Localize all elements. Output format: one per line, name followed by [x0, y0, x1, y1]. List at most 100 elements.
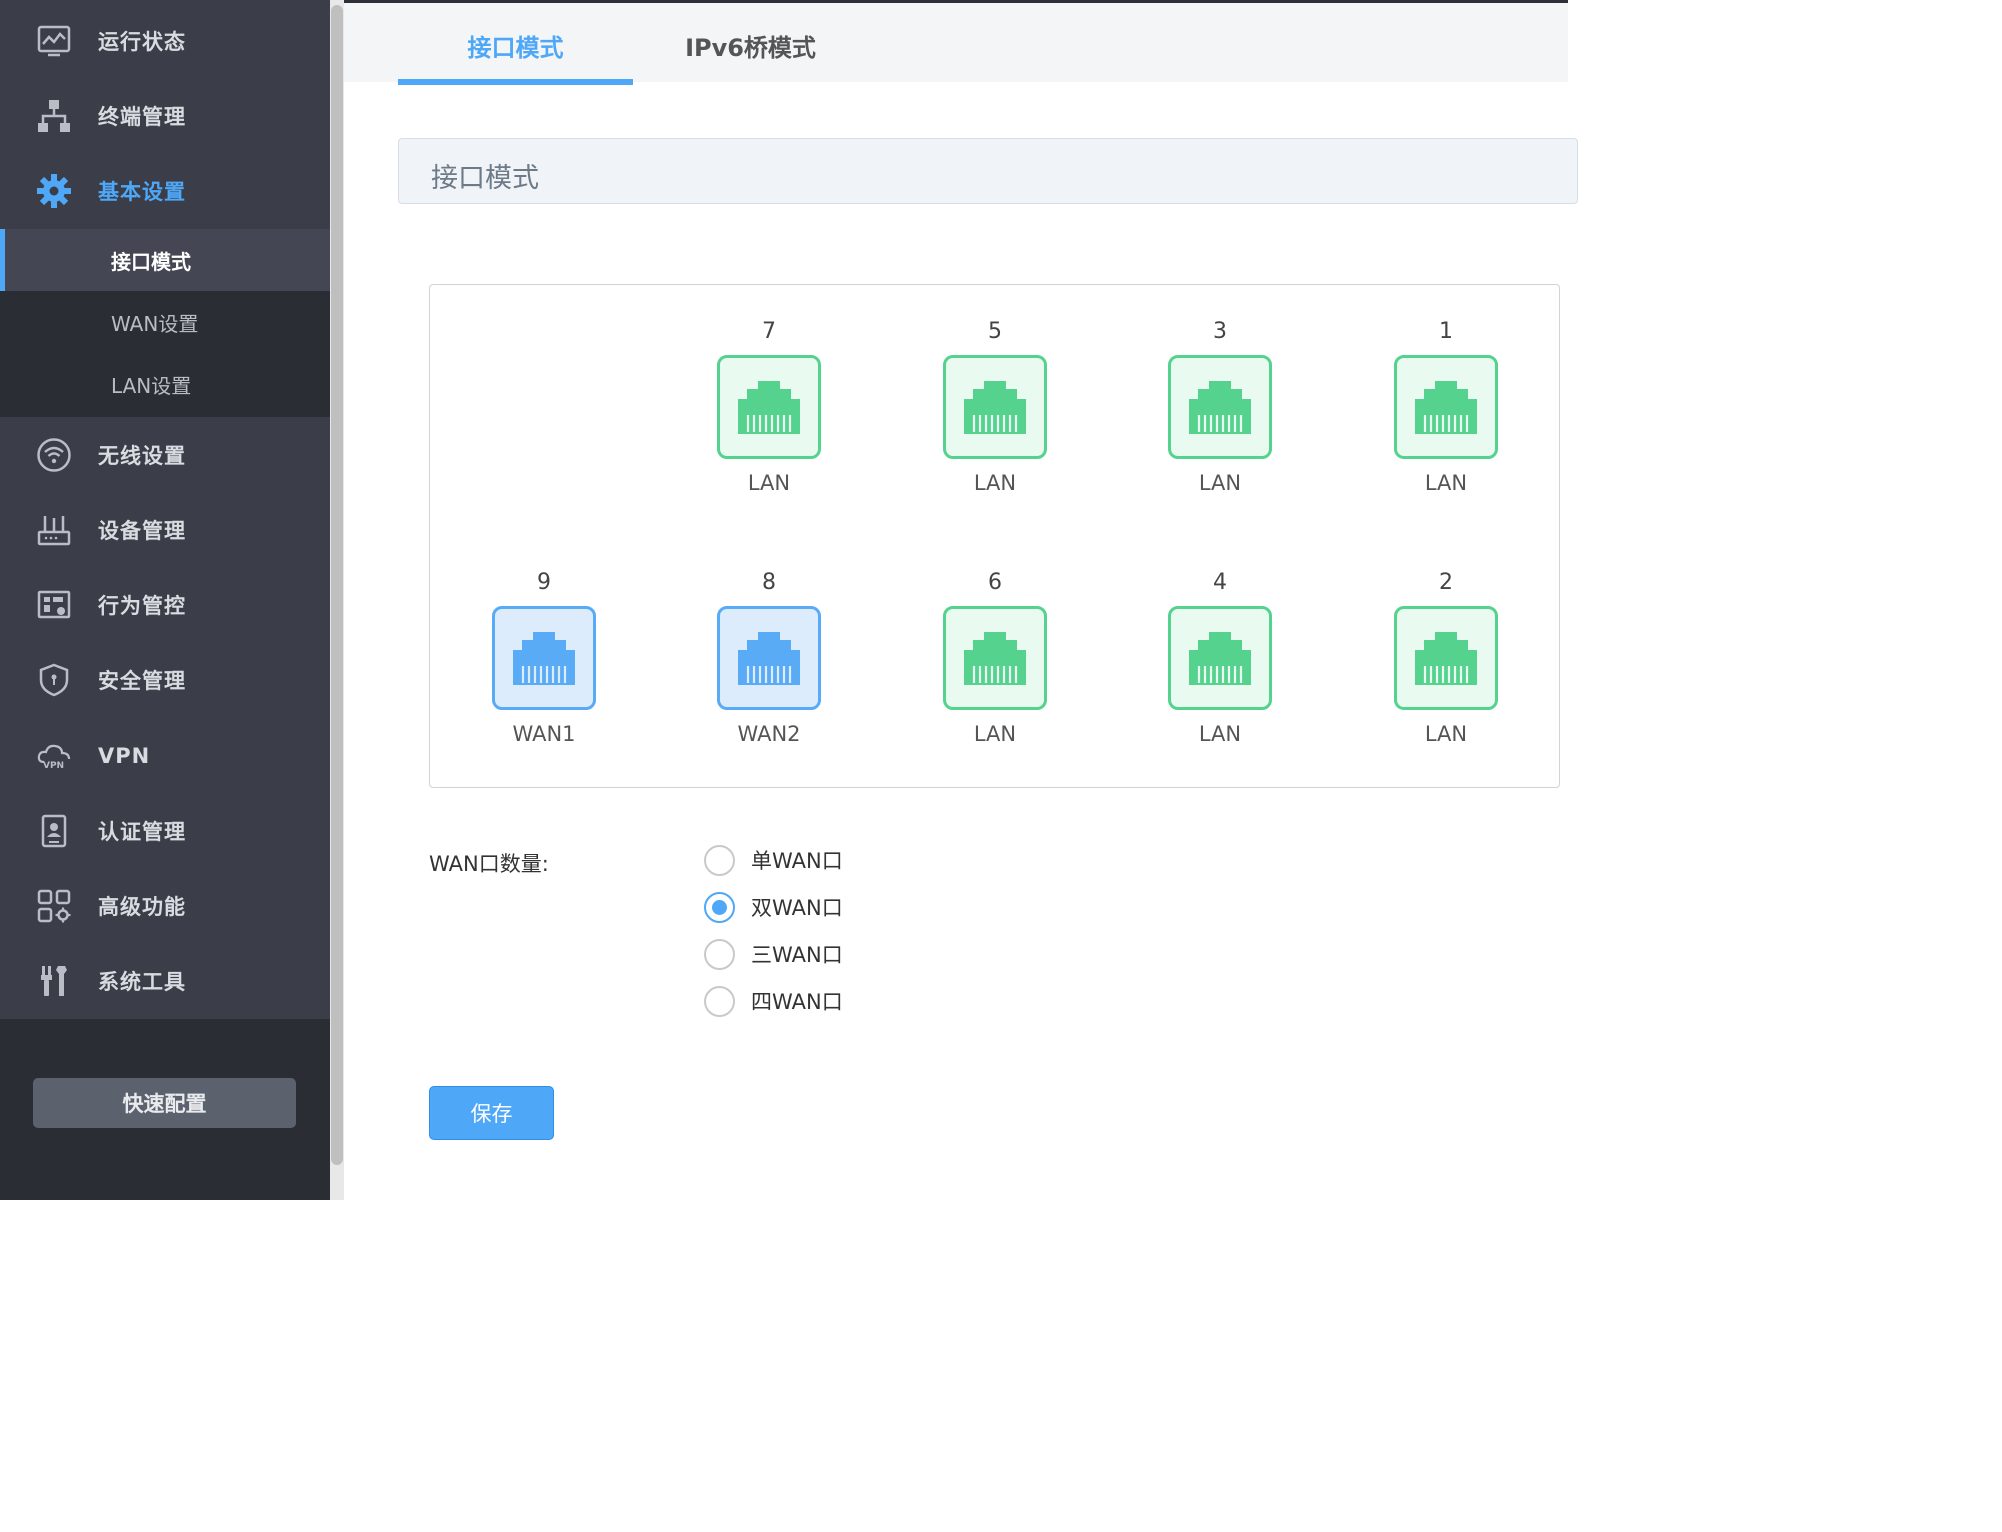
port-label: LAN	[1198, 471, 1242, 495]
nav-label: 安全管理	[98, 668, 186, 693]
port-7: 7 LAN	[716, 319, 822, 495]
vpn-cloud-icon: VPN	[36, 738, 72, 774]
port-number: 3	[1213, 319, 1227, 344]
monitor-chart-icon	[36, 23, 72, 59]
port-number: 6	[988, 570, 1002, 595]
nav-item-wireless[interactable]: 无线设置	[0, 417, 330, 492]
ethernet-port-icon	[943, 355, 1047, 459]
radio-label: 三WAN口	[751, 943, 843, 967]
port-4: 4 LAN	[1167, 570, 1273, 746]
port-label: LAN	[1424, 471, 1468, 495]
svg-text:VPN: VPN	[43, 761, 64, 771]
radio-button-checked[interactable]	[704, 891, 735, 923]
nav-item-terminals[interactable]: 终端管理	[0, 78, 330, 153]
port-number: 4	[1213, 570, 1227, 595]
radio-label: 四WAN口	[751, 990, 843, 1014]
ethernet-port-icon	[717, 355, 821, 459]
basic-settings-submenu: 接口模式 WAN设置 LAN设置	[0, 229, 330, 417]
port-9: 9 WAN1	[491, 570, 597, 746]
submenu-label: 接口模式	[111, 249, 191, 274]
radio-dual-wan[interactable]: 双WAN口	[704, 890, 843, 924]
nav-label: 终端管理	[98, 104, 186, 129]
gear-icon	[36, 173, 72, 209]
port-label: WAN2	[737, 722, 801, 746]
port-number: 1	[1439, 319, 1453, 344]
nav-item-system-tools[interactable]: 系统工具	[0, 943, 330, 1018]
nav-item-basic-settings[interactable]: 基本设置	[0, 153, 330, 228]
router-device-icon	[36, 512, 72, 548]
submenu-item-lan-settings[interactable]: LAN设置	[0, 353, 330, 415]
save-button[interactable]: 保存	[429, 1086, 554, 1140]
ethernet-port-icon	[943, 606, 1047, 710]
nav-label: 运行状态	[98, 29, 186, 54]
sidebar-scrollbar-thumb[interactable]	[331, 5, 343, 1165]
sidebar: 运行状态 终端管理 基本设置 接口模式 WAN设置 LAN设置 无线设置 设备管…	[0, 0, 330, 1200]
ethernet-port-icon	[492, 606, 596, 710]
submenu-label: WAN设置	[111, 311, 199, 336]
port-label: WAN1	[512, 722, 576, 746]
port-5: 5 LAN	[942, 319, 1048, 495]
port-label: LAN	[973, 471, 1017, 495]
port-label: LAN	[973, 722, 1017, 746]
wifi-icon	[36, 437, 72, 473]
nav-label: 行为管控	[98, 593, 186, 618]
port-number: 7	[762, 319, 776, 344]
quick-config-button[interactable]: 快速配置	[33, 1078, 296, 1128]
nav-label: VPN	[98, 743, 151, 768]
nav-label: 系统工具	[98, 969, 186, 994]
port-panel: 7 LAN 5 LAN 3 LAN 1 LAN 9 WAN1 8 WAN2 6 …	[429, 284, 1560, 788]
nav-label: 设备管理	[98, 518, 186, 543]
port-number: 9	[537, 570, 551, 595]
nav-item-vpn[interactable]: VPN VPN	[0, 718, 330, 793]
radio-triple-wan[interactable]: 三WAN口	[704, 937, 843, 971]
port-1: 1 LAN	[1393, 319, 1499, 495]
port-label: LAN	[1198, 722, 1242, 746]
radio-button[interactable]	[704, 985, 735, 1017]
auth-badge-icon	[36, 813, 72, 849]
submenu-label: LAN设置	[111, 373, 192, 398]
tools-icon	[36, 963, 72, 999]
ethernet-port-icon	[1168, 606, 1272, 710]
radio-label: 双WAN口	[751, 896, 843, 920]
port-3: 3 LAN	[1167, 319, 1273, 495]
nav-item-advanced[interactable]: 高级功能	[0, 868, 330, 943]
wan-count-label: WAN口数量:	[429, 852, 549, 876]
nav-item-security[interactable]: 安全管理	[0, 642, 330, 717]
port-number: 5	[988, 319, 1002, 344]
shield-icon	[36, 662, 72, 698]
tab-bar: 接口模式 IPv6桥模式	[344, 0, 1568, 85]
port-number: 2	[1439, 570, 1453, 595]
radio-button[interactable]	[704, 844, 735, 876]
nav-item-behavior-control[interactable]: 行为管控	[0, 567, 330, 642]
port-2: 2 LAN	[1393, 570, 1499, 746]
radio-quad-wan[interactable]: 四WAN口	[704, 984, 843, 1018]
port-8: 8 WAN2	[716, 570, 822, 746]
tab-interface-mode[interactable]: 接口模式	[398, 6, 633, 85]
submenu-item-wan-settings[interactable]: WAN设置	[0, 291, 330, 353]
network-tree-icon	[36, 98, 72, 134]
nav-item-device-management[interactable]: 设备管理	[0, 492, 330, 567]
section-header: 接口模式	[398, 138, 1578, 204]
ethernet-port-icon	[1394, 606, 1498, 710]
advanced-grid-icon	[36, 888, 72, 924]
ethernet-port-icon	[1394, 355, 1498, 459]
port-label: LAN	[1424, 722, 1468, 746]
radio-button[interactable]	[704, 938, 735, 970]
radio-single-wan[interactable]: 单WAN口	[704, 843, 843, 877]
tab-ipv6-bridge-mode[interactable]: IPv6桥模式	[633, 6, 868, 85]
nav-item-authentication[interactable]: 认证管理	[0, 793, 330, 868]
ethernet-port-icon	[1168, 355, 1272, 459]
ethernet-port-icon	[717, 606, 821, 710]
submenu-item-interface-mode[interactable]: 接口模式	[0, 229, 330, 291]
port-number: 8	[762, 570, 776, 595]
radio-label: 单WAN口	[751, 849, 843, 873]
nav-label: 基本设置	[98, 179, 186, 204]
nav-label: 认证管理	[98, 819, 186, 844]
nav-item-status[interactable]: 运行状态	[0, 3, 330, 78]
nav-label: 无线设置	[98, 443, 186, 468]
port-label: LAN	[747, 471, 791, 495]
section-title: 接口模式	[431, 163, 539, 194]
behavior-control-icon	[36, 587, 72, 623]
port-6: 6 LAN	[942, 570, 1048, 746]
nav-label: 高级功能	[98, 894, 186, 919]
